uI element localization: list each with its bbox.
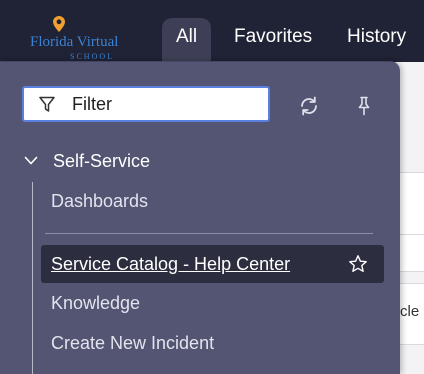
tab-favorites[interactable]: Favorites (220, 18, 326, 62)
menu-item-create-new-incident[interactable]: Create New Incident (51, 333, 214, 354)
group-label: Self-Service (53, 151, 151, 171)
filter-field[interactable] (22, 86, 270, 122)
menu-item-service-catalog[interactable]: Service Catalog - Help Center (41, 245, 384, 283)
filter-input[interactable] (72, 91, 262, 117)
pin-icon[interactable] (352, 94, 376, 118)
all-menu-panel: Self-Service Dashboards Service Catalog … (0, 61, 400, 374)
brand-logo[interactable]: Florida Virtual SCHOOL (26, 14, 140, 61)
tree-guide-line (32, 182, 33, 374)
filter-funnel-icon (39, 96, 55, 112)
logo-text-secondary: SCHOOL (70, 52, 115, 61)
tab-history[interactable]: History (333, 18, 420, 62)
menu-item-label[interactable]: Service Catalog - Help Center (51, 254, 290, 275)
menu-divider (45, 233, 373, 234)
background-partial-text: cle (400, 303, 420, 320)
logo-text-primary: Florida Virtual (30, 34, 119, 50)
menu-item-knowledge[interactable]: Knowledge (51, 293, 140, 314)
top-navigation-bar: Florida Virtual SCHOOL All Favorites His… (0, 0, 424, 62)
menu-item-dashboards[interactable]: Dashboards (51, 191, 148, 212)
tab-all[interactable]: All (162, 18, 212, 62)
refresh-icon[interactable] (297, 94, 321, 118)
chevron-down-icon (24, 156, 38, 165)
location-pin-icon (53, 16, 65, 32)
favorite-star-icon[interactable] (348, 254, 368, 274)
